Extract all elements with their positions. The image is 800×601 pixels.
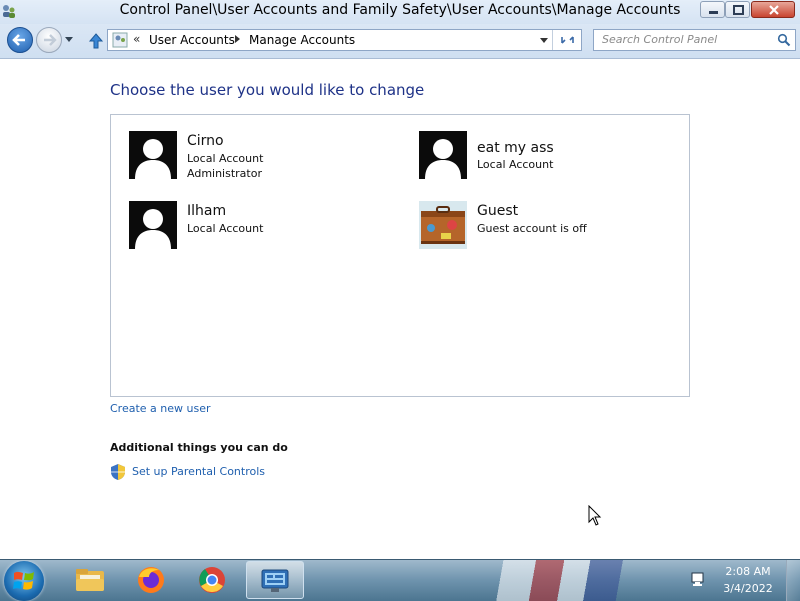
user-name[interactable]: eat my ass: [477, 140, 554, 156]
breadcrumb-manage-accounts[interactable]: Manage Accounts: [249, 33, 355, 47]
user-silhouette-icon: [135, 209, 171, 249]
close-button[interactable]: [751, 1, 795, 18]
up-arrow-icon[interactable]: [88, 32, 104, 50]
user-name[interactable]: Cirno: [187, 133, 224, 149]
maximize-button[interactable]: [725, 1, 750, 18]
wallpaper-strip: [460, 560, 670, 601]
breadcrumb-separator-icon[interactable]: [235, 35, 240, 43]
address-dropdown-icon[interactable]: [540, 38, 548, 43]
taskbar-chrome[interactable]: [184, 560, 240, 600]
forward-button[interactable]: [36, 27, 62, 53]
address-bar[interactable]: « User Accounts Manage Accounts: [107, 29, 582, 51]
user-name[interactable]: Guest: [477, 203, 518, 219]
refresh-icon: [561, 36, 574, 44]
taskbar-control-panel-active[interactable]: [246, 561, 304, 599]
show-desktop-button[interactable]: [786, 560, 800, 601]
minimize-button[interactable]: [700, 1, 725, 18]
recent-pages-dropdown-icon[interactable]: [64, 36, 74, 44]
user-accounts-icon: [112, 32, 128, 48]
windows-explorer-icon: [76, 569, 104, 591]
user-avatar[interactable]: [129, 131, 177, 179]
user-account-type: Local Account: [477, 158, 554, 171]
chrome-icon: [199, 567, 225, 593]
start-button[interactable]: [4, 561, 44, 601]
uac-shield-icon: [111, 464, 125, 480]
search-icon[interactable]: [777, 33, 791, 47]
window-title: Control Panel\User Accounts and Family S…: [119, 2, 681, 18]
user-role: Administrator: [187, 167, 262, 180]
clock-date[interactable]: 3/4/2022: [715, 582, 781, 595]
title-bar[interactable]: Control Panel\User Accounts and Family S…: [0, 0, 800, 24]
close-icon: [769, 5, 779, 15]
forward-arrow-icon: [44, 34, 57, 46]
breadcrumb-user-accounts[interactable]: User Accounts: [149, 33, 235, 47]
clock-time[interactable]: 2:08 AM: [715, 565, 781, 578]
taskbar: 2:08 AM 3/4/2022: [0, 559, 800, 601]
breadcrumb-overflow[interactable]: «: [133, 32, 140, 46]
taskbar-explorer[interactable]: [62, 560, 118, 600]
windows-logo-icon: [13, 571, 34, 590]
refresh-button[interactable]: [552, 30, 582, 50]
suitcase-icon: [419, 201, 467, 249]
user-silhouette-icon: [425, 139, 461, 179]
guest-status: Guest account is off: [477, 222, 587, 235]
user-silhouette-icon: [135, 139, 171, 179]
search-placeholder: Search Control Panel: [602, 33, 718, 46]
mouse-cursor-icon: [588, 505, 602, 526]
minimize-icon: [709, 11, 718, 14]
navigation-bar: « User Accounts Manage Accounts Search C…: [0, 24, 800, 59]
create-new-user-link[interactable]: Create a new user: [110, 402, 211, 415]
user-account-type: Local Account: [187, 222, 264, 235]
page-title: Choose the user you would like to change: [110, 81, 425, 99]
user-avatar[interactable]: [419, 131, 467, 179]
network-icon[interactable]: [690, 571, 708, 589]
back-arrow-icon: [12, 34, 25, 46]
control-panel-icon: [261, 569, 289, 592]
user-name[interactable]: Ilham: [187, 203, 226, 219]
restore-icon: [733, 5, 744, 15]
parental-controls-link[interactable]: Set up Parental Controls: [132, 465, 265, 478]
back-button[interactable]: [7, 27, 33, 53]
taskbar-firefox[interactable]: [123, 560, 179, 600]
additional-things-heading: Additional things you can do: [110, 441, 288, 454]
firefox-icon: [138, 567, 164, 593]
user-account-type: Local Account: [187, 152, 264, 165]
user-avatar[interactable]: [129, 201, 177, 249]
search-box[interactable]: Search Control Panel: [593, 29, 796, 51]
user-avatar[interactable]: [419, 201, 467, 249]
